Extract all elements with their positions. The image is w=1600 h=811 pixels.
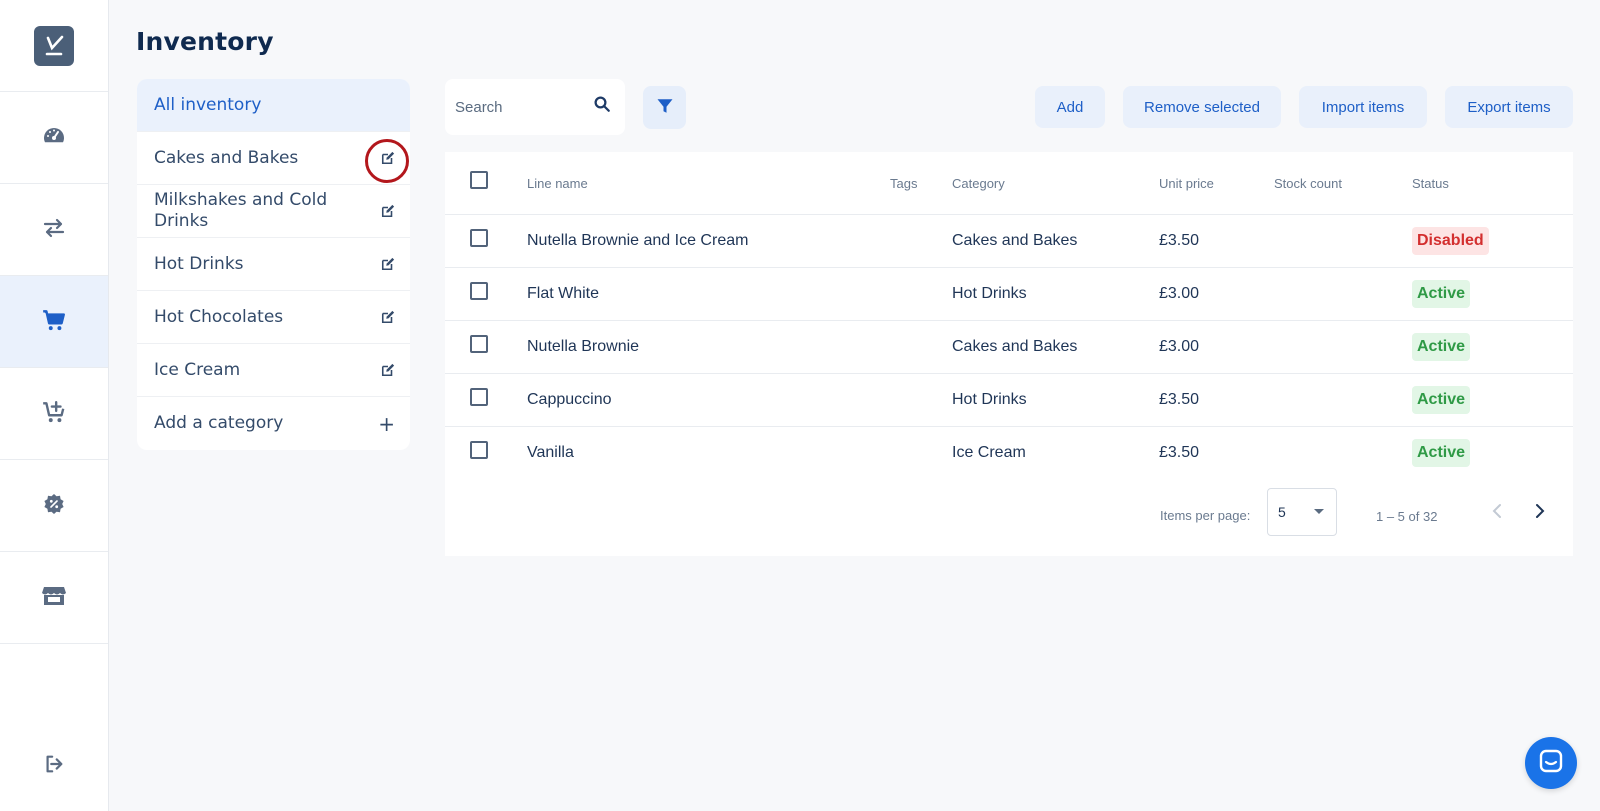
row-checkbox[interactable]	[470, 441, 488, 459]
items-per-page-select[interactable]: 5	[1267, 488, 1337, 536]
export-items-button[interactable]: Export items	[1445, 86, 1573, 128]
sidebar-item-add-to-cart[interactable]	[0, 368, 108, 460]
line-name-cell: Cappuccino	[527, 391, 612, 408]
category-label: Cakes and Bakes	[154, 147, 299, 168]
category-label: Ice Cream	[154, 359, 241, 380]
table-row[interactable]: Vanilla Ice Cream £3.50 Active	[445, 427, 1573, 480]
next-page-button[interactable]	[1528, 499, 1552, 523]
status-badge: Active	[1412, 280, 1471, 308]
pagination-range: 1 – 5 of 32	[1376, 509, 1438, 524]
sidebar-item-transfers[interactable]	[0, 184, 108, 276]
unit-price-cell: £3.00	[1159, 285, 1200, 302]
caret-down-icon	[1314, 509, 1324, 514]
category-item[interactable]: Hot Drinks	[137, 238, 410, 291]
status-badge: Disabled	[1412, 227, 1489, 255]
unit-price-cell: £3.50	[1159, 232, 1200, 249]
sidebar-rail	[0, 0, 109, 811]
add-button[interactable]: Add	[1035, 86, 1105, 128]
category-cell: Hot Drinks	[952, 391, 1027, 408]
edit-icon[interactable]	[380, 256, 396, 272]
table-header: Line name Tags Category Unit price Stock…	[445, 152, 1573, 215]
category-cell: Cakes and Bakes	[952, 232, 1078, 249]
remove-selected-button[interactable]: Remove selected	[1123, 86, 1281, 128]
logo-check-icon	[34, 25, 74, 66]
table-row[interactable]: Nutella Brownie and Ice Cream Cakes and …	[445, 215, 1573, 268]
unit-price-cell: £3.50	[1159, 391, 1200, 408]
filter-icon	[656, 97, 674, 119]
category-label: Hot Drinks	[154, 253, 244, 274]
category-label: Milkshakes and Cold Drinks	[154, 190, 328, 231]
page-title: Inventory	[136, 27, 274, 56]
category-cell: Hot Drinks	[952, 285, 1027, 302]
column-header-unit-price[interactable]: Unit price	[1159, 176, 1214, 191]
column-header-stock-count[interactable]: Stock count	[1274, 176, 1342, 191]
chat-icon	[1538, 748, 1564, 778]
previous-page-button[interactable]	[1485, 499, 1509, 523]
search-box	[445, 79, 625, 135]
add-category-button[interactable]: Add a category +	[137, 397, 410, 450]
shopping-cart-icon	[41, 307, 67, 337]
sidebar-item-logout[interactable]	[0, 741, 108, 791]
category-item[interactable]: Hot Chocolates	[137, 291, 410, 344]
store-icon	[41, 584, 67, 612]
category-item[interactable]: Cakes and Bakes	[137, 132, 410, 185]
status-badge: Active	[1412, 439, 1471, 467]
add-category-label: Add a category	[154, 413, 284, 433]
category-item[interactable]: Milkshakes and Cold Drinks	[137, 185, 410, 238]
table-row[interactable]: Nutella Brownie Cakes and Bakes £3.00 Ac…	[445, 321, 1573, 374]
sidebar-item-dashboard[interactable]	[0, 92, 108, 184]
row-checkbox[interactable]	[470, 229, 488, 247]
edit-icon[interactable]	[380, 203, 396, 219]
dashboard-gauge-icon	[42, 124, 66, 152]
line-name-cell: Vanilla	[527, 444, 574, 461]
cart-add-icon	[41, 399, 67, 429]
search-icon[interactable]	[593, 95, 611, 117]
chevron-right-icon	[1536, 504, 1545, 518]
status-badge: Active	[1412, 333, 1471, 361]
select-all-checkbox[interactable]	[470, 171, 488, 189]
column-header-category[interactable]: Category	[952, 176, 1005, 191]
import-items-button[interactable]: Import items	[1299, 86, 1427, 128]
unit-price-cell: £3.00	[1159, 338, 1200, 355]
line-name-cell: Nutella Brownie	[527, 338, 640, 355]
items-per-page-value: 5	[1278, 504, 1286, 520]
transfer-arrows-icon	[42, 216, 66, 244]
category-item[interactable]: Ice Cream	[137, 344, 410, 397]
edit-icon[interactable]	[380, 362, 396, 378]
chat-launcher-button[interactable]	[1525, 737, 1577, 789]
line-name-cell: Flat White	[527, 285, 600, 302]
filter-button[interactable]	[643, 86, 686, 129]
category-cell: Ice Cream	[952, 444, 1026, 461]
logo[interactable]	[0, 0, 108, 92]
column-header-status[interactable]: Status	[1412, 176, 1449, 191]
search-input[interactable]	[455, 98, 585, 116]
unit-price-cell: £3.50	[1159, 444, 1200, 461]
line-name-cell: Nutella Brownie and Ice Cream	[527, 232, 749, 249]
edit-icon[interactable]	[380, 150, 396, 166]
table-row[interactable]: Flat White Hot Drinks £3.00 Active	[445, 268, 1573, 321]
category-cell: Cakes and Bakes	[952, 338, 1078, 355]
edit-icon[interactable]	[380, 309, 396, 325]
category-all-inventory[interactable]: All inventory	[137, 79, 410, 132]
sidebar-item-discounts[interactable]	[0, 460, 108, 552]
sidebar-item-inventory[interactable]	[0, 276, 108, 368]
discount-badge-icon	[42, 492, 66, 520]
row-checkbox[interactable]	[470, 335, 488, 353]
row-checkbox[interactable]	[470, 388, 488, 406]
column-header-line-name[interactable]: Line name	[527, 176, 588, 191]
status-badge: Active	[1412, 386, 1471, 414]
category-panel: All inventory Cakes and Bakes Milkshakes…	[137, 79, 410, 450]
logout-icon	[43, 753, 65, 779]
chevron-left-icon	[1492, 504, 1501, 518]
row-checkbox[interactable]	[470, 282, 488, 300]
column-header-tags[interactable]: Tags	[890, 176, 917, 191]
inventory-table: Line name Tags Category Unit price Stock…	[445, 152, 1573, 556]
sidebar-item-store[interactable]	[0, 552, 108, 644]
category-label: All inventory	[154, 94, 262, 115]
category-label: Hot Chocolates	[154, 306, 284, 327]
table-row[interactable]: Cappuccino Hot Drinks £3.50 Active	[445, 374, 1573, 427]
items-per-page-label: Items per page:	[1160, 508, 1251, 523]
plus-icon: +	[378, 411, 395, 436]
